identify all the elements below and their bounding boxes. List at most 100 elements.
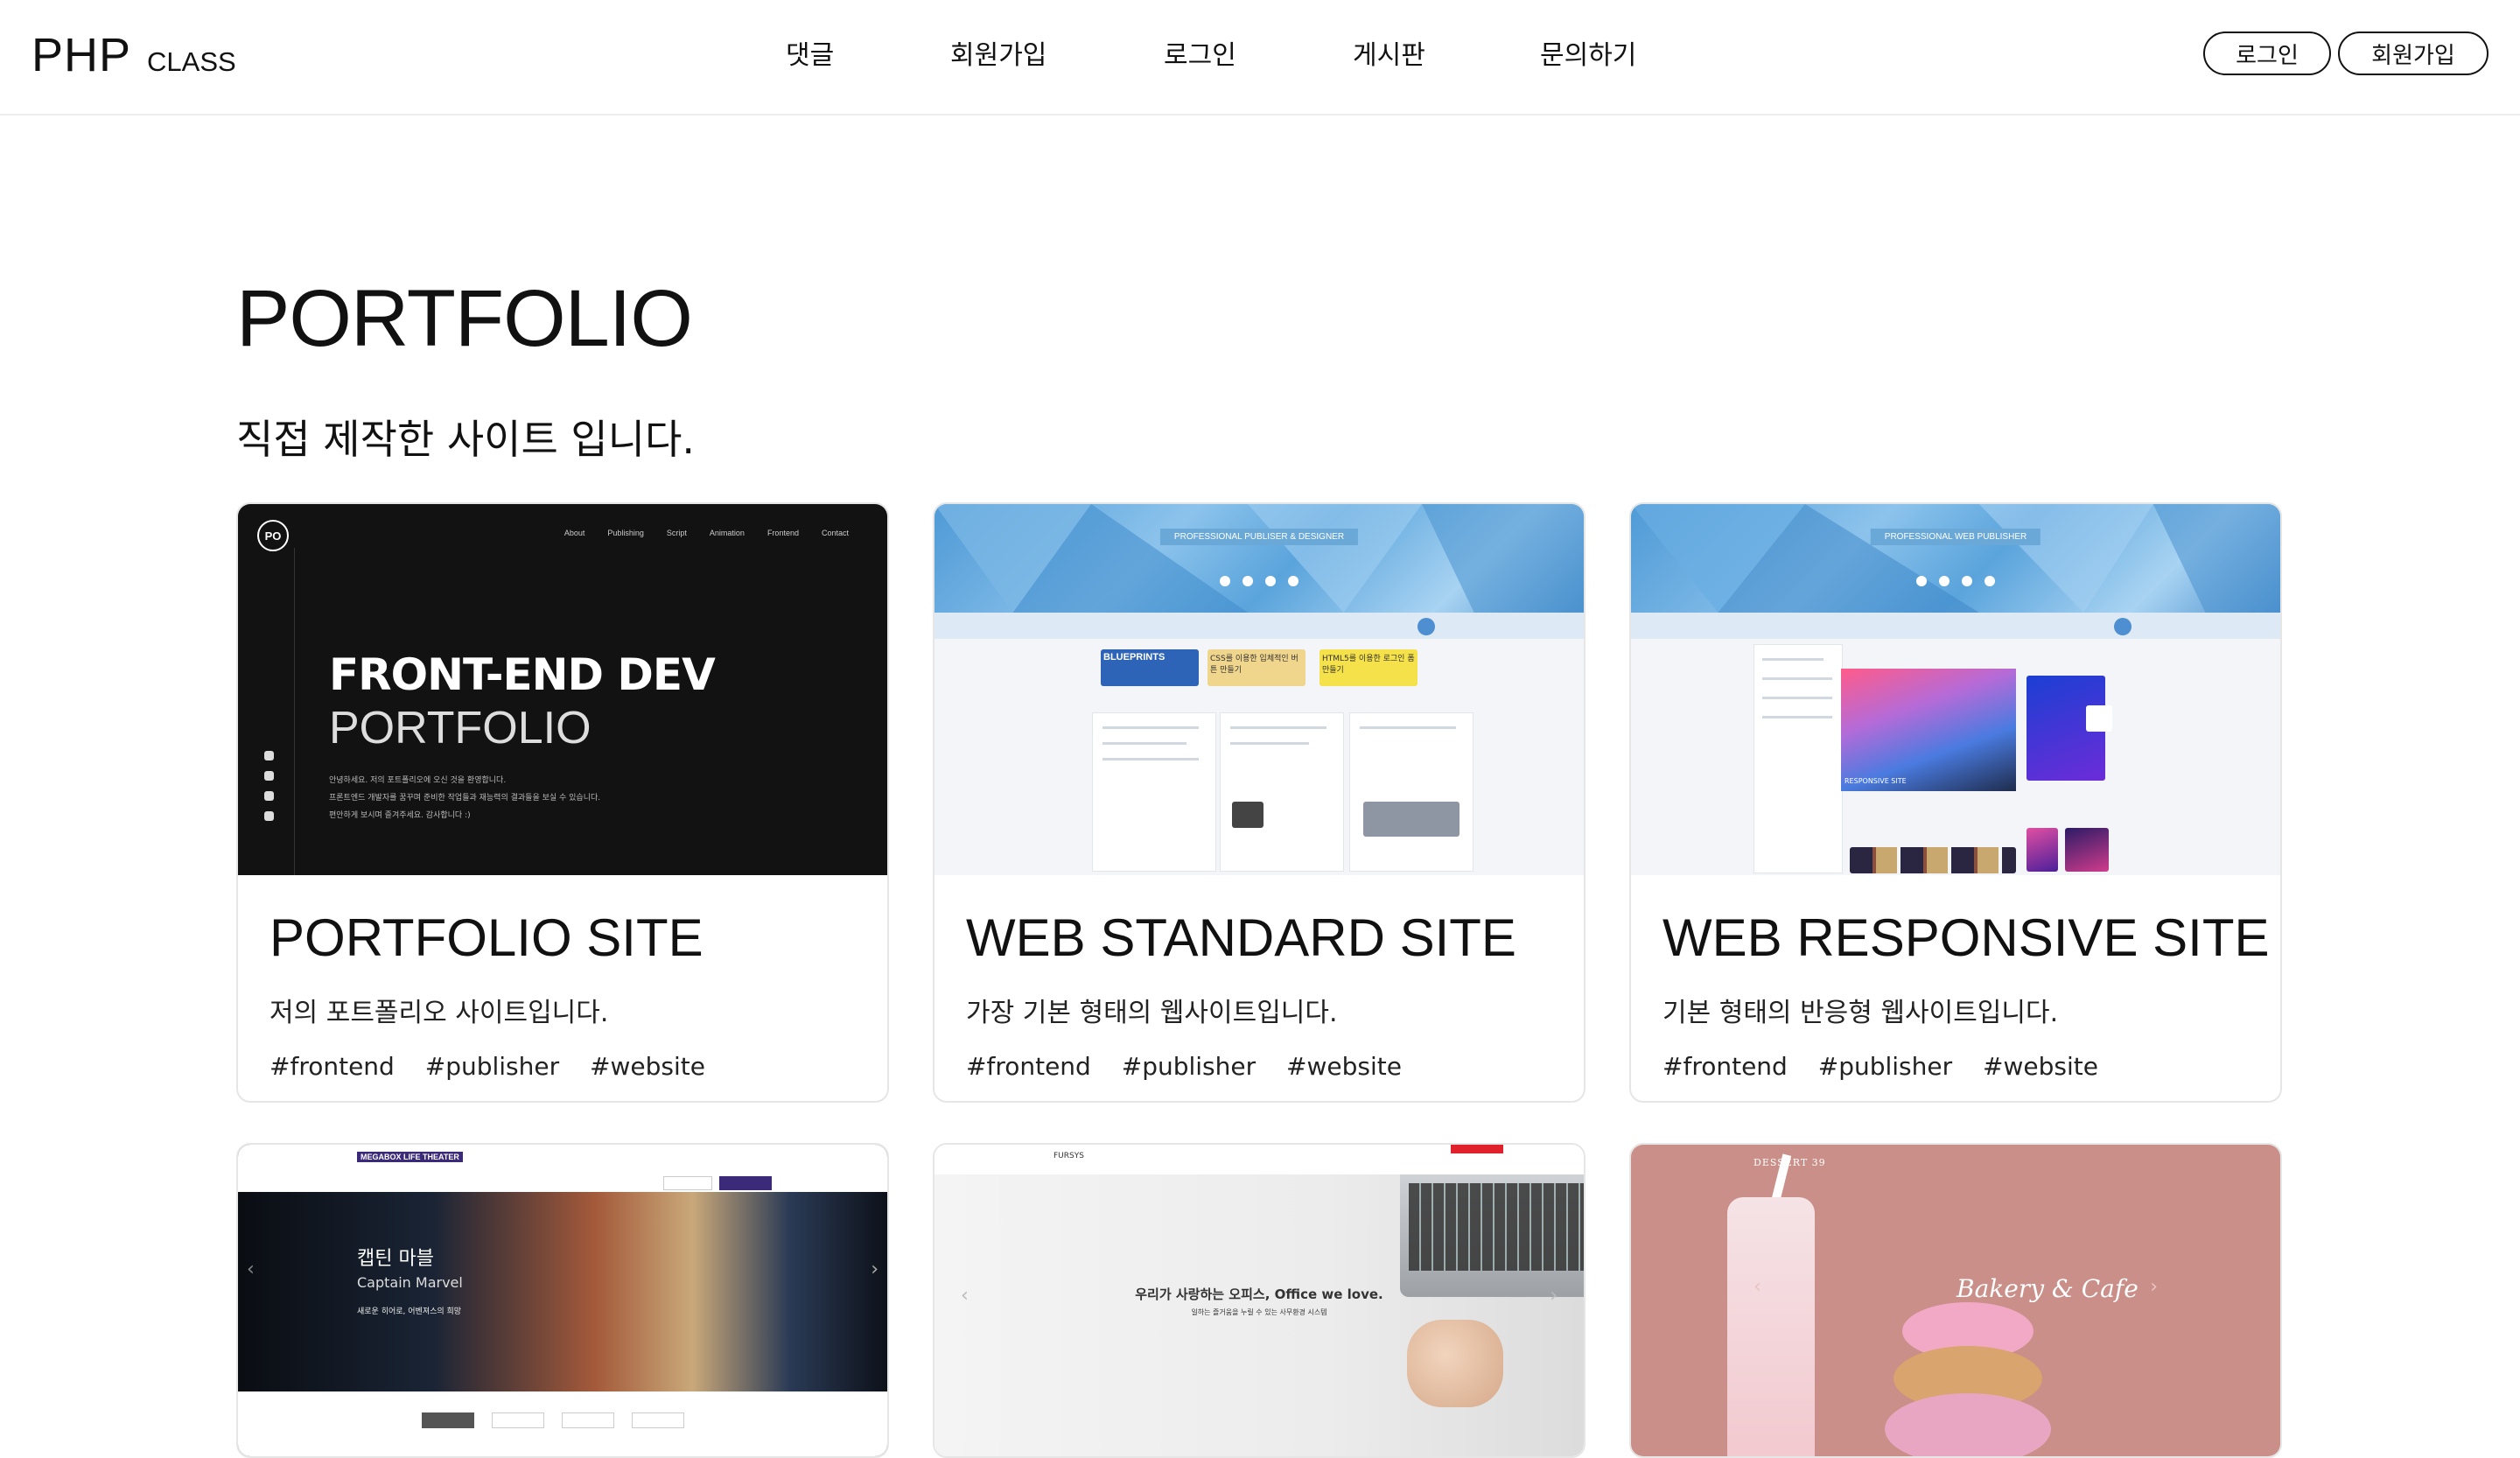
login-button[interactable]: 로그인 xyxy=(2203,32,2331,75)
card-thumbnail: FURSYS 우리가 사랑하는 오피스, Office we love. 일하는… xyxy=(934,1145,1584,1456)
chevron-left-icon: ‹ xyxy=(1754,1276,1761,1298)
feature-image xyxy=(1841,669,2016,791)
app-logo xyxy=(2086,705,2112,732)
nav-button xyxy=(719,1176,772,1190)
text-line xyxy=(1102,758,1199,761)
banner-css-buttons: CSS를 이용한 입체적인 버튼 만들기 xyxy=(1208,649,1306,686)
tag: #frontend xyxy=(1662,1052,1788,1081)
hero-ribbon: PROFESSIONAL WEB PUBLISHER xyxy=(1870,529,2041,545)
text-line xyxy=(1762,697,1832,699)
movie-hero-image xyxy=(238,1192,887,1391)
portfolio-card-4[interactable]: MEGABOX LIFE THEATER 캡틴 마블 Captain Marve… xyxy=(236,1143,889,1458)
cafe-script-title: Bakery & Cafe xyxy=(1956,1274,2138,1303)
portfolio-card-2[interactable]: PROFESSIONAL PUBLISER & DESIGNER BLUEPRI… xyxy=(933,502,1586,1103)
divider xyxy=(294,548,295,875)
chevron-left-icon: ‹ xyxy=(961,1285,969,1307)
thumb-intro-line: 편안하게 보시며 즐겨주세요. 감사합니다 :) xyxy=(329,811,471,820)
thumb-menu-item: Publishing xyxy=(607,529,644,537)
text-line xyxy=(1230,726,1326,729)
text-line xyxy=(1102,726,1199,729)
banner-html5-login: HTML5를 이용한 로그인 폼 만들기 xyxy=(1320,649,1418,686)
thumb-menu-item: Frontend xyxy=(766,529,799,537)
thumb-intro-line: 안녕하세요. 저의 포트폴리오에 오신 것을 환영합니다. xyxy=(329,776,507,785)
nav-item-board[interactable]: 게시판 xyxy=(1353,33,1425,72)
chevron-right-icon: › xyxy=(871,1258,878,1280)
nav-button xyxy=(663,1176,712,1190)
card-title: WEB RESPONSIVE SITE xyxy=(1662,908,2270,967)
card-thumbnail: PO About Publishing Script Animation Fro… xyxy=(238,504,887,875)
tab-button xyxy=(562,1412,614,1428)
camera-icon xyxy=(264,811,274,821)
thumb-menu-item: About xyxy=(564,529,585,537)
milk-bottle-image xyxy=(1727,1197,1815,1456)
card-description: 기본 형태의 반응형 웹사이트입니다. xyxy=(1662,998,2059,1028)
social-icons xyxy=(264,751,275,831)
tag: #website xyxy=(590,1052,705,1081)
keyboard-image xyxy=(1409,1183,1584,1271)
tag: #frontend xyxy=(966,1052,1091,1081)
fursys-logo: FURSYS xyxy=(1054,1152,1084,1160)
page-title: PORTFOLIO xyxy=(236,274,693,363)
card-description: 가장 기본 형태의 웹사이트입니다. xyxy=(966,998,1338,1028)
thumb-image xyxy=(2065,828,2109,872)
instagram-icon xyxy=(264,751,274,761)
notice-panel xyxy=(1092,712,1216,872)
card-tags: #frontend #publisher #website xyxy=(1662,1052,2263,1081)
card-thumbnail: MEGABOX LIFE THEATER 캡틴 마블 Captain Marve… xyxy=(238,1145,887,1456)
chevron-right-icon: › xyxy=(2150,1276,2158,1298)
thumb-heading: FRONT-END DEV xyxy=(329,649,716,700)
thumb-menu-item: Animation xyxy=(709,529,745,537)
bookmark-icon xyxy=(264,771,274,781)
po-logo: PO xyxy=(257,520,289,551)
card-tags: #frontend #publisher #website xyxy=(966,1052,1566,1081)
title-band xyxy=(934,613,1584,639)
twitter-icon xyxy=(1984,576,1995,586)
signup-button[interactable]: 회원가입 xyxy=(2338,32,2488,75)
portfolio-card-3[interactable]: PROFESSIONAL WEB PUBLISHER RESPONSIVE SI… xyxy=(1629,502,2282,1103)
main-nav: 댓글 회원가입 로그인 게시판 문의하기 xyxy=(0,33,2520,77)
card-body: PORTFOLIO SITE 저의 포트폴리오 사이트입니다. #fronten… xyxy=(270,908,870,1082)
page-subtitle: 직접 제작한 사이트 입니다. xyxy=(236,416,696,463)
tab-button xyxy=(422,1412,474,1428)
card-body: WEB STANDARD SITE 가장 기본 형태의 웹사이트입니다. #fr… xyxy=(966,908,1566,1082)
card-title: WEB STANDARD SITE xyxy=(966,908,1516,967)
card-title: PORTFOLIO SITE xyxy=(270,908,704,967)
portfolio-card-6[interactable]: DESSERT 39 Bakery & Cafe ‹ › xyxy=(1629,1143,2282,1458)
donut-image xyxy=(1885,1393,2051,1456)
portfolio-card-1[interactable]: PO About Publishing Script Animation Fro… xyxy=(236,502,889,1103)
nav-item-login[interactable]: 로그인 xyxy=(1164,33,1236,72)
card-thumbnail: PROFESSIONAL WEB PUBLISHER RESPONSIVE SI… xyxy=(1631,504,2280,875)
nav-item-signup[interactable]: 회원가입 xyxy=(950,33,1046,72)
movie-tagline: 새로운 히어로, 어벤져스의 희망 xyxy=(357,1307,462,1316)
facebook-icon xyxy=(1962,576,1972,586)
hero-icons xyxy=(1220,576,1298,586)
card-description: 저의 포트폴리오 사이트입니다. xyxy=(270,998,609,1028)
card-thumbnail: PROFESSIONAL PUBLISER & DESIGNER BLUEPRI… xyxy=(934,504,1584,875)
content-area xyxy=(238,1391,887,1456)
tag: #publisher xyxy=(1121,1052,1256,1081)
top-badge xyxy=(1451,1145,1503,1153)
title-band xyxy=(1631,613,2280,639)
tag: #website xyxy=(1286,1052,1402,1081)
text-line xyxy=(1762,677,1832,680)
nav-item-contact[interactable]: 문의하기 xyxy=(1540,33,1636,72)
thumb-menu-item: Contact xyxy=(821,529,849,537)
chevron-down-icon xyxy=(2114,618,2132,635)
text-line xyxy=(1360,726,1456,729)
tag: #frontend xyxy=(270,1052,395,1081)
thumb-menu: About Publishing Script Animation Fronte… xyxy=(564,529,849,537)
card-thumbnail: DESSERT 39 Bakery & Cafe ‹ › xyxy=(1631,1145,2280,1456)
shield-icon xyxy=(1288,576,1298,586)
thumb-intro: 안녕하세요. 저의 포트폴리오에 오신 것을 환영합니다. 프론트엔드 개발자를… xyxy=(329,772,600,824)
thumb-subheading: PORTFOLIO xyxy=(329,703,592,754)
circle-icon xyxy=(1220,576,1230,586)
heart-icon xyxy=(1242,576,1253,586)
nav-item-comments[interactable]: 댓글 xyxy=(786,33,834,72)
hero-ribbon: PROFESSIONAL PUBLISER & DESIGNER xyxy=(1159,529,1359,545)
card-body: WEB RESPONSIVE SITE 기본 형태의 반응형 웹사이트입니다. … xyxy=(1662,908,2270,1082)
notice-panel xyxy=(1220,712,1344,872)
site-topbar: FURSYS xyxy=(934,1145,1584,1175)
geometric-pattern xyxy=(1631,504,2280,613)
geometric-pattern xyxy=(934,504,1584,613)
portfolio-card-5[interactable]: FURSYS 우리가 사랑하는 오피스, Office we love. 일하는… xyxy=(933,1143,1586,1458)
